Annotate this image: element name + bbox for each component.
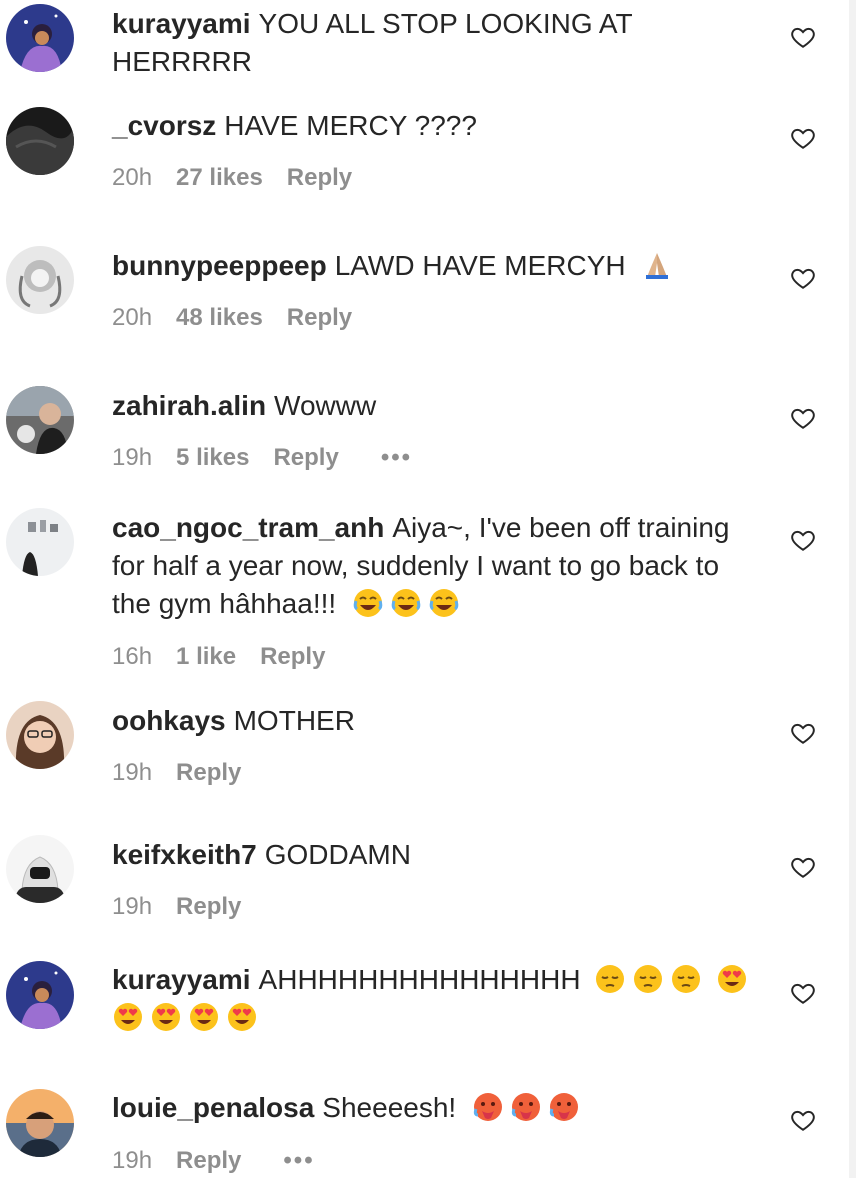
pensive-emoji bbox=[594, 963, 626, 995]
comment-username[interactable]: louie_penalosa bbox=[112, 1092, 314, 1123]
comment-username[interactable]: oohkays bbox=[112, 705, 226, 736]
like-heart-icon[interactable] bbox=[790, 720, 816, 746]
like-heart-icon[interactable] bbox=[790, 405, 816, 431]
comment-meta: 19h Reply bbox=[112, 890, 265, 924]
avatar[interactable] bbox=[6, 961, 74, 1029]
comment-username[interactable]: zahirah.alin bbox=[112, 390, 266, 421]
more-options-icon[interactable]: ••• bbox=[381, 441, 412, 475]
comment-meta: 20h 48 likes Reply bbox=[112, 301, 376, 335]
comment-text: kurayyami YOU ALL STOP LOOKING AT HERRRRR bbox=[112, 5, 762, 81]
comment-text: kurayyami AHHHHHHHHHHHHHHH bbox=[112, 961, 762, 1037]
hot-face-emoji bbox=[472, 1091, 504, 1123]
comment-likes[interactable]: 5 likes bbox=[176, 441, 249, 475]
scrollbar[interactable] bbox=[849, 0, 856, 1178]
like-heart-icon[interactable] bbox=[790, 1107, 816, 1133]
reply-button[interactable]: Reply bbox=[287, 161, 352, 195]
avatar[interactable] bbox=[6, 1089, 74, 1157]
comment-text: oohkays MOTHER bbox=[112, 702, 762, 740]
reply-button[interactable]: Reply bbox=[260, 640, 325, 674]
comment-username[interactable]: keifxkeith7 bbox=[112, 839, 257, 870]
comment-username[interactable]: kurayyami bbox=[112, 964, 251, 995]
comment-meta: 20h 27 likes Reply bbox=[112, 161, 376, 195]
reply-button[interactable]: Reply bbox=[176, 756, 241, 790]
comment-username[interactable]: _cvorsz bbox=[112, 110, 216, 141]
comment-time: 20h bbox=[112, 304, 153, 331]
comment-body: MOTHER bbox=[233, 705, 355, 736]
pensive-emoji bbox=[670, 963, 702, 995]
heart-eyes-emoji bbox=[716, 963, 748, 995]
avatar[interactable] bbox=[6, 508, 74, 576]
avatar[interactable] bbox=[6, 246, 74, 314]
heart-eyes-emoji bbox=[150, 1001, 182, 1033]
comment-text: _cvorsz HAVE MERCY ???? bbox=[112, 107, 762, 145]
comment-likes[interactable]: 1 like bbox=[176, 640, 236, 674]
comment-body: HAVE MERCY ???? bbox=[224, 110, 477, 141]
comment-meta: 19h 5 likes Reply ••• bbox=[112, 441, 436, 475]
avatar[interactable] bbox=[6, 386, 74, 454]
avatar[interactable] bbox=[6, 107, 74, 175]
comment-body: LAWD HAVE MERCYH bbox=[334, 250, 626, 281]
joy-emoji bbox=[428, 587, 460, 619]
comment-username[interactable]: bunnypeeppeep bbox=[112, 250, 327, 281]
reply-button[interactable]: Reply bbox=[287, 301, 352, 335]
comment-body: Sheeeesh! bbox=[322, 1092, 457, 1123]
comment-meta: 19h Reply bbox=[112, 756, 265, 790]
joy-emoji bbox=[352, 587, 384, 619]
comment-time: 19h bbox=[112, 1147, 153, 1174]
hot-face-emoji bbox=[548, 1091, 580, 1123]
comment-text: bunnypeeppeep LAWD HAVE MERCYH bbox=[112, 247, 762, 285]
more-options-icon[interactable]: ••• bbox=[283, 1144, 314, 1178]
like-heart-icon[interactable] bbox=[790, 527, 816, 553]
avatar[interactable] bbox=[6, 835, 74, 903]
pensive-emoji bbox=[632, 963, 664, 995]
comment-time: 16h bbox=[112, 643, 153, 670]
comment-text: zahirah.alin Wowww bbox=[112, 387, 762, 425]
reply-button[interactable]: Reply bbox=[176, 890, 241, 924]
hot-face-emoji bbox=[510, 1091, 542, 1123]
comment-body: Wowww bbox=[274, 390, 377, 421]
comment-time: 19h bbox=[112, 759, 153, 786]
avatar[interactable] bbox=[6, 701, 74, 769]
like-heart-icon[interactable] bbox=[790, 125, 816, 151]
comment-text: louie_penalosa Sheeeesh! bbox=[112, 1089, 762, 1127]
comment-time: 19h bbox=[112, 444, 153, 471]
comment-body: AHHHHHHHHHHHHHHH bbox=[258, 964, 581, 995]
comment-meta: 19h Reply ••• bbox=[112, 1144, 339, 1178]
reply-button[interactable]: Reply bbox=[176, 1144, 241, 1178]
comment-meta: 16h 1 like Reply bbox=[112, 640, 349, 674]
reply-button[interactable]: Reply bbox=[273, 441, 338, 475]
comment-time: 19h bbox=[112, 893, 153, 920]
heart-eyes-emoji bbox=[112, 1001, 144, 1033]
like-heart-icon[interactable] bbox=[790, 980, 816, 1006]
like-heart-icon[interactable] bbox=[790, 24, 816, 50]
folded-hands-emoji bbox=[641, 249, 673, 281]
like-heart-icon[interactable] bbox=[790, 854, 816, 880]
comment-likes[interactable]: 27 likes bbox=[176, 161, 263, 195]
comment-username[interactable]: cao_ngoc_tram_anh bbox=[112, 512, 384, 543]
comment-text: keifxkeith7 GODDAMN bbox=[112, 836, 762, 874]
heart-eyes-emoji bbox=[226, 1001, 258, 1033]
comment-username[interactable]: kurayyami bbox=[112, 8, 251, 39]
joy-emoji bbox=[390, 587, 422, 619]
avatar[interactable] bbox=[6, 4, 74, 72]
comment-text: cao_ngoc_tram_anh Aiya~, I've been off tr… bbox=[112, 509, 762, 623]
comment-likes[interactable]: 48 likes bbox=[176, 301, 263, 335]
heart-eyes-emoji bbox=[188, 1001, 220, 1033]
comment-body: GODDAMN bbox=[264, 839, 411, 870]
comment-time: 20h bbox=[112, 164, 153, 191]
like-heart-icon[interactable] bbox=[790, 265, 816, 291]
